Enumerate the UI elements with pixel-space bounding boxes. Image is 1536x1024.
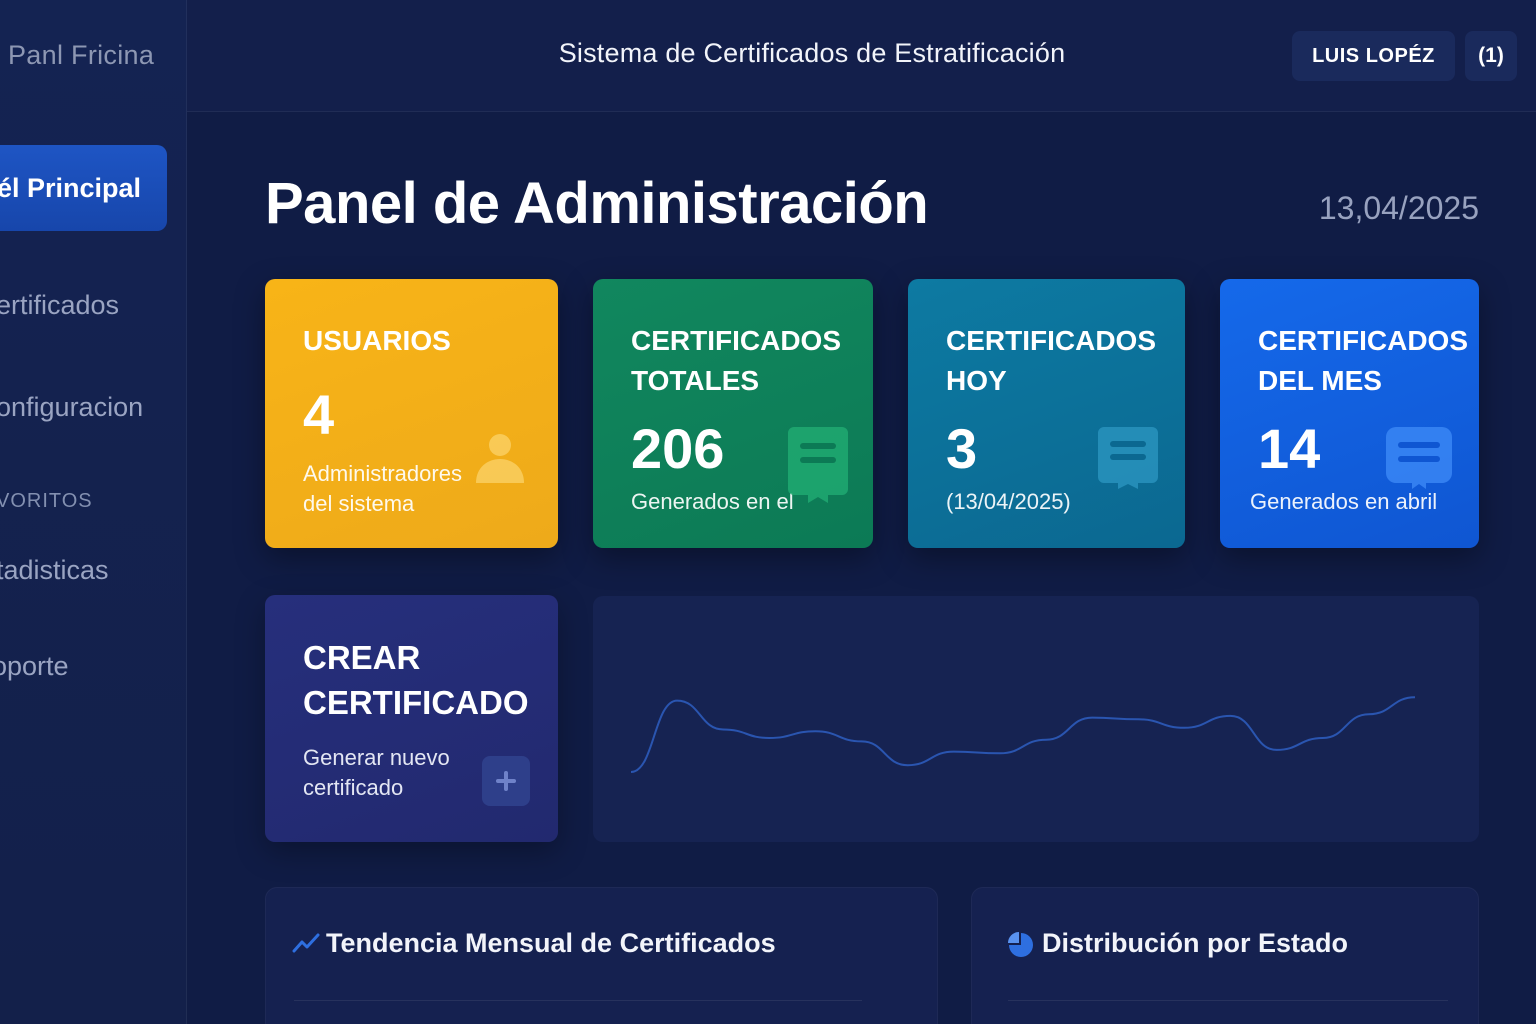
sidebar-item-panel-principal[interactable]: él Principal (0, 145, 167, 231)
sidebar-item-certificados[interactable]: ertificados (0, 290, 119, 321)
activity-chart-panel (593, 596, 1479, 842)
card-label: USUARIOS (303, 325, 451, 356)
create-certificate-title: CREAR CERTIFICADO (303, 639, 529, 721)
add-certificate-button[interactable] (482, 756, 530, 806)
sidebar-item-label: oporte (0, 651, 69, 681)
card-subtitle: Generados en abril (1250, 489, 1438, 514)
sidebar-item-label: él Principal (0, 172, 141, 203)
brand-title: Panl Fricina (8, 40, 155, 70)
card-subtitle: Generados en el (631, 489, 794, 514)
create-certificate-card[interactable]: CREAR CERTIFICADO Generar nuevo certific… (265, 595, 558, 842)
pie-chart-icon (1008, 932, 1033, 957)
card-value: 3 (946, 417, 978, 480)
card-value: 206 (631, 417, 725, 480)
page-title: Panel de Administración (265, 171, 929, 236)
certificate-icon (1386, 427, 1452, 489)
sidebar-item-label: ertificados (0, 290, 120, 320)
trend-icon (292, 933, 320, 953)
plus-icon (496, 771, 516, 791)
create-certificate-subtitle: Generar nuevo certificado (303, 745, 450, 800)
panel-divider (1008, 1000, 1448, 1001)
sidebar-item-label: tadisticas (0, 555, 109, 585)
current-date: 13,04/2025 (1318, 190, 1479, 226)
user-menu-button[interactable]: LUIS LOPÉZ (1292, 31, 1455, 81)
sidebar-section-favoritos: VORITOS (0, 490, 93, 512)
stat-card-total-certificates[interactable]: CERTIFICADOS TOTALES 206 Generados en el (593, 279, 873, 548)
monthly-trend-panel: Tendencia Mensual de Certificados (265, 887, 938, 1024)
monthly-trend-title: Tendencia Mensual de Certificados (326, 928, 776, 958)
certificate-icon (788, 427, 848, 503)
user-icon (476, 434, 524, 483)
notifications-button[interactable]: (1) (1465, 31, 1517, 81)
card-subtitle: Administradores del sistema (303, 461, 462, 516)
status-distribution-panel: Distribución por Estado (971, 887, 1479, 1024)
certificate-icon (1098, 427, 1158, 489)
card-value: 4 (303, 383, 335, 446)
card-label: CERTIFICADOS HOY (946, 325, 1156, 396)
card-value: 14 (1258, 417, 1321, 480)
stat-card-users[interactable]: USUARIOS 4 Administradores del sistema (265, 279, 558, 548)
sidebar-item-configuracion[interactable]: onfiguracion (0, 392, 143, 423)
card-label: CERTIFICADOS DEL MES (1258, 325, 1468, 396)
sidebar: Panl Fricina él Principal ertificados on… (0, 0, 187, 1024)
app-title: Sistema de Certificados de Estratificaci… (558, 38, 1066, 68)
trend-line (630, 696, 1416, 773)
stat-card-certificates-month[interactable]: CERTIFICADOS DEL MES 14 Generados en abr… (1220, 279, 1479, 548)
sidebar-item-soporte[interactable]: oporte (0, 651, 69, 682)
card-subtitle: (13/04/2025) (946, 489, 1071, 514)
card-label: CERTIFICADOS TOTALES (631, 325, 841, 396)
activity-trend-chart (630, 696, 1416, 773)
panel-divider (294, 1000, 862, 1001)
status-distribution-title: Distribución por Estado (1042, 928, 1349, 958)
sidebar-item-label: onfiguracion (0, 392, 144, 422)
stat-card-certificates-today[interactable]: CERTIFICADOS HOY 3 (13/04/2025) (908, 279, 1185, 548)
top-header: Sistema de Certificados de Estratificaci… (187, 0, 1536, 112)
sidebar-item-estadisticas[interactable]: tadisticas (0, 555, 109, 586)
